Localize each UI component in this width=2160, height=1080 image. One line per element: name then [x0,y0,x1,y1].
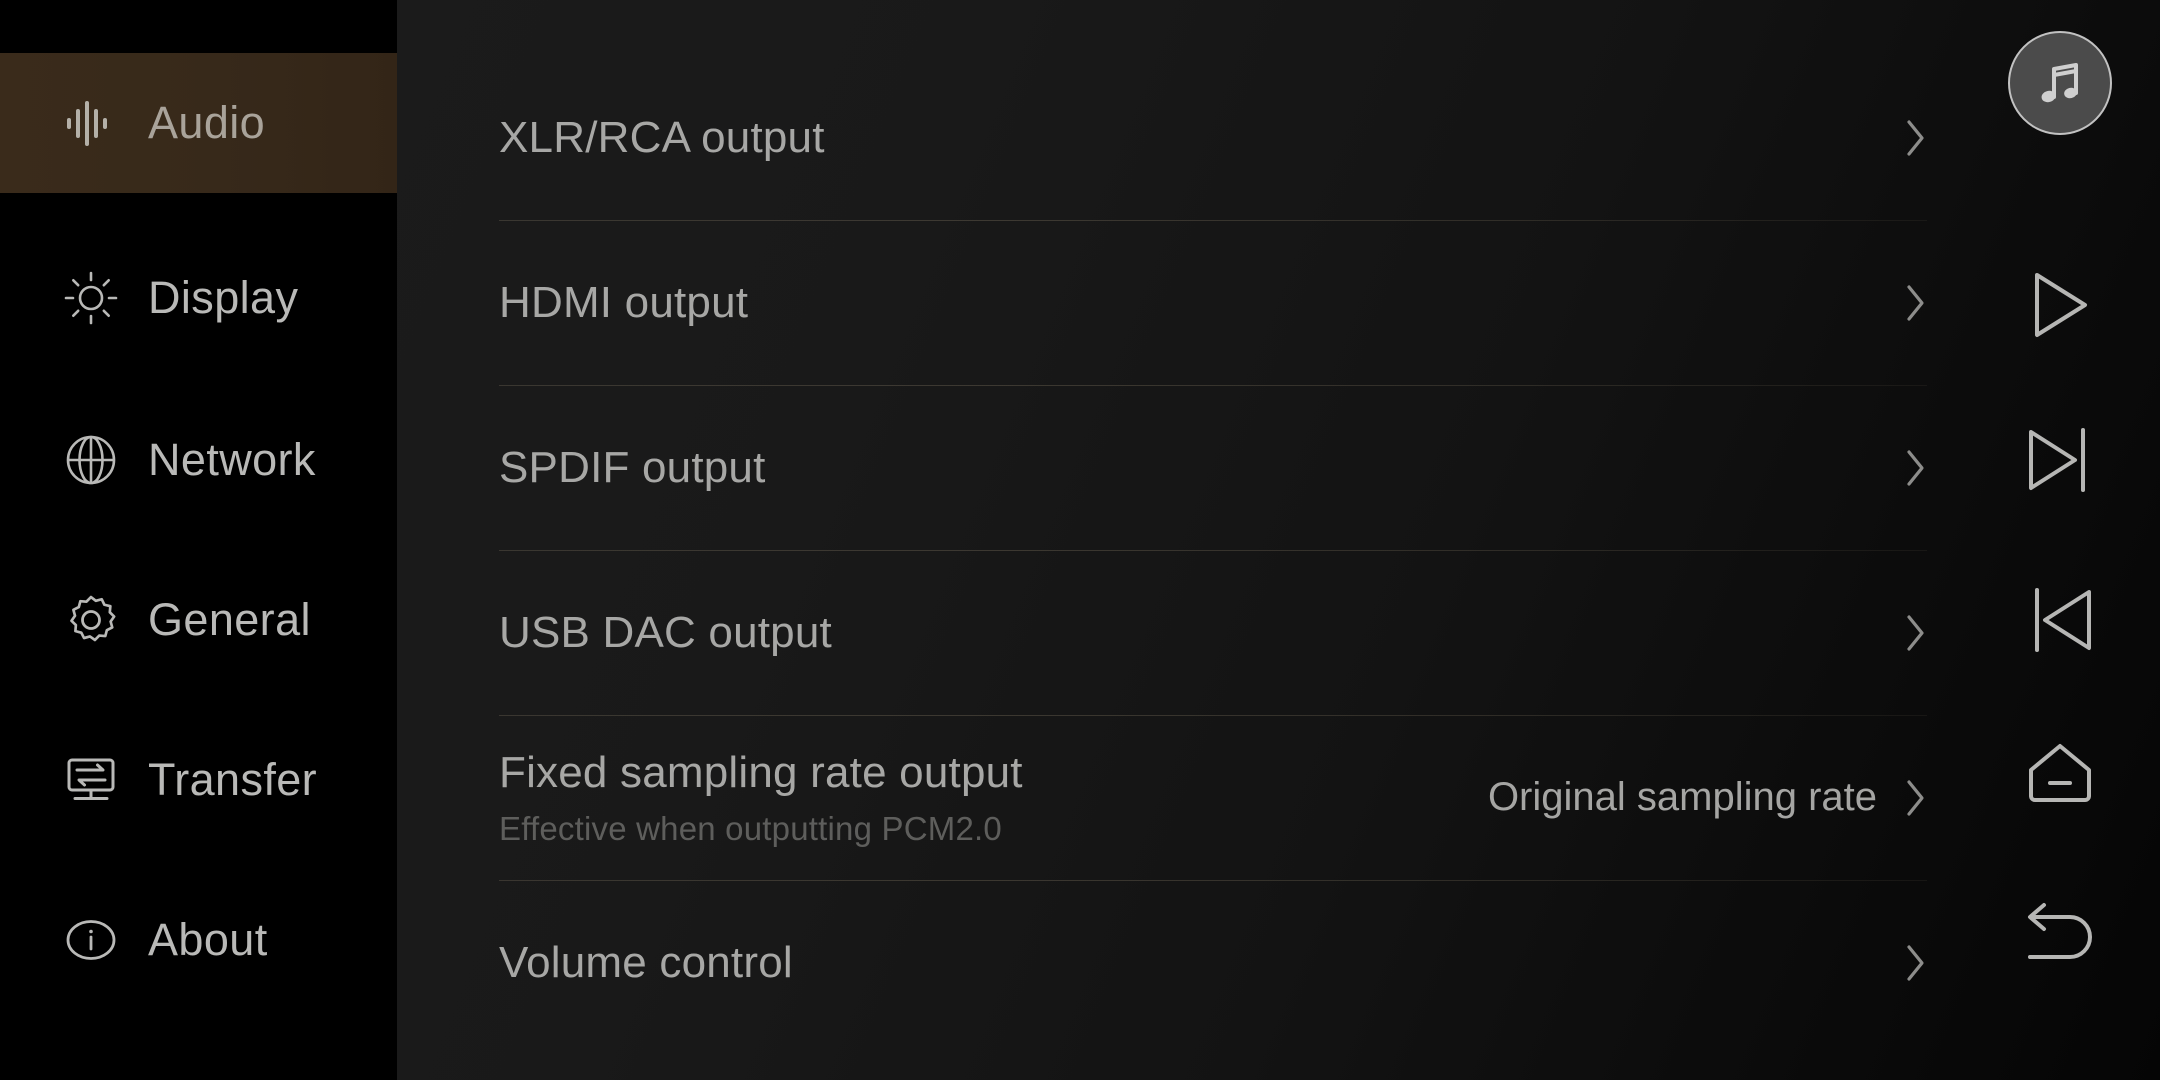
globe-icon [62,431,120,489]
playback-control-rail [1960,0,2160,1080]
sidebar-item-label: Audio [148,97,266,148]
settings-row-title: XLR/RCA output [499,112,825,162]
sidebar-item-label: About [148,914,268,965]
settings-row-right [1905,613,1927,653]
next-track-icon [2023,424,2097,496]
previous-track-icon [2023,584,2097,656]
settings-row-title: Fixed sampling rate output [499,747,1023,797]
chevron-right-icon [1905,448,1927,488]
back-button[interactable] [1960,890,2160,980]
settings-row-inner: XLR/RCA output [499,55,1927,220]
settings-row-right [1905,118,1927,158]
chevron-right-icon [1905,778,1927,818]
settings-row-subtitle: Effective when outputting PCM2.0 [499,809,1002,847]
settings-row-inner: Fixed sampling rate output Effective when… [499,715,1927,880]
settings-row-title: HDMI output [499,277,749,327]
play-icon [2027,269,2093,341]
settings-row-inner: SPDIF output [499,385,1927,550]
settings-row-texts: USB DAC output [499,607,832,659]
settings-row-right [1905,943,1927,983]
now-playing-button[interactable] [1960,28,2160,138]
settings-row[interactable]: Fixed sampling rate output Effective when… [499,715,1927,880]
settings-row[interactable]: XLR/RCA output [499,55,1927,220]
settings-row[interactable]: Volume control [499,880,1927,1045]
sidebar-item-general[interactable]: General [0,550,397,690]
back-arrow-icon [2020,903,2100,967]
settings-row-texts: SPDIF output [499,442,766,494]
gear-icon [62,591,120,649]
sidebar-item-network[interactable]: Network [0,390,397,530]
audio-settings-panel: XLR/RCA output HDMI output SPDIF output USB… [397,0,2160,1080]
settings-row-inner: USB DAC output [499,550,1927,715]
settings-row-title: SPDIF output [499,442,766,492]
chevron-right-icon [1905,283,1927,323]
settings-row-texts: XLR/RCA output [499,112,825,164]
music-note-icon [2008,31,2112,135]
settings-row-title: USB DAC output [499,607,832,657]
settings-row-inner: HDMI output [499,220,1927,385]
sidebar-item-display[interactable]: Display [0,228,397,368]
info-circle-icon [62,911,120,969]
chevron-right-icon [1905,943,1927,983]
previous-track-button[interactable] [1960,575,2160,665]
settings-screen: XLR/RCA output HDMI output SPDIF output USB… [0,0,2160,1080]
settings-row-value: Original sampling rate [1487,775,1877,819]
settings-row-right [1905,283,1927,323]
settings-row-right [1905,448,1927,488]
settings-row-right: Original sampling rate [1488,775,1927,820]
settings-row-texts: HDMI output [499,277,748,329]
brightness-sun-icon [62,269,120,327]
settings-row-texts: Fixed sampling rate output Effective when… [499,747,1023,849]
sidebar-item-label: Transfer [148,754,318,805]
home-button[interactable] [1960,730,2160,820]
play-button[interactable] [1960,260,2160,350]
audio-waveform-icon [62,94,120,152]
settings-row[interactable]: USB DAC output [499,550,1927,715]
home-icon [2023,740,2097,810]
sidebar-item-audio[interactable]: Audio [0,53,397,193]
transfer-monitor-icon [62,751,120,809]
settings-row-inner: Volume control [499,880,1927,1045]
next-track-button[interactable] [1960,415,2160,505]
chevron-right-icon [1905,118,1927,158]
settings-row[interactable]: HDMI output [499,220,1927,385]
sidebar-item-about[interactable]: About [0,870,397,1010]
sidebar-item-label: General [148,594,311,645]
sidebar-item-transfer[interactable]: Transfer [0,710,397,850]
sidebar-item-label: Network [148,434,316,485]
settings-row-title: Volume control [499,937,793,987]
settings-sidebar: Audio Display Network General Transfer A… [0,0,397,1080]
chevron-right-icon [1905,613,1927,653]
settings-row-texts: Volume control [499,937,793,989]
settings-row[interactable]: SPDIF output [499,385,1927,550]
sidebar-item-label: Display [148,272,299,323]
